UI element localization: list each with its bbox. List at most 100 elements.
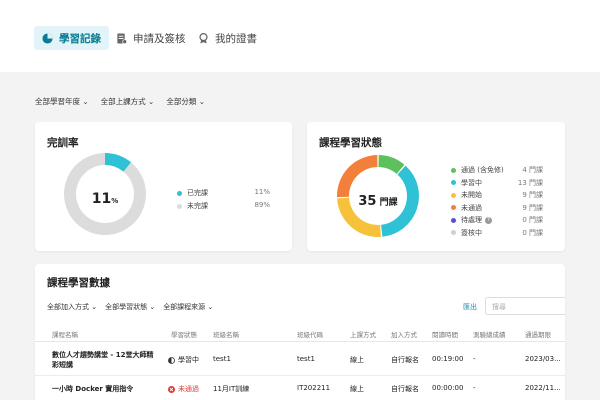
card-title: 課程學習狀態: [319, 137, 382, 149]
legend-value: 9 門課: [522, 191, 543, 199]
status-center-value: 35 門課: [336, 190, 420, 209]
deadline: 2022/11...: [525, 384, 561, 392]
legend-item: 簽核中: [451, 228, 482, 238]
search-placeholder: 搜尋: [492, 303, 506, 311]
table-row[interactable]: 一小時 Docker 實用指令 未通過 11月IT訓練 IT202211 線上 …: [35, 376, 565, 400]
tab-label: 學習記錄: [59, 32, 101, 45]
export-link[interactable]: 匯出: [463, 302, 477, 312]
legend-value: 0 門課: [522, 216, 543, 224]
legend-value: 4 門課: [522, 166, 543, 174]
read-time: 00:19:00: [432, 355, 464, 363]
table-header: 課程名稱 學習狀態 班級名稱 班級代碼 上課方式 加入方式 閱讀時間 測驗總成績…: [35, 322, 565, 342]
col-deadline[interactable]: 通過期限: [525, 329, 551, 339]
status-cell: 未通過: [168, 384, 199, 394]
tab-certificates[interactable]: 我的證書: [190, 26, 265, 50]
legend-dot: [451, 230, 456, 235]
legend-item: 待處理?: [451, 215, 492, 225]
center-unit: %: [111, 197, 119, 205]
award-icon: [199, 32, 208, 44]
top-tab-bar: 學習記錄 申請及簽核 我的證書: [0, 0, 600, 72]
legend-item: 未開始: [451, 190, 482, 200]
class-code: test1: [297, 355, 315, 363]
legend-label: 簽核中: [461, 228, 482, 237]
legend-label: 未完課: [187, 202, 208, 210]
tab-learning-records[interactable]: 學習記錄: [34, 26, 109, 50]
course-data-card: 課程學習數據 全部加入方式 ⌄ 全部學習狀態 ⌄ 全部課程來源 ⌄ 匯出 搜尋 …: [35, 264, 565, 400]
filter-learning-year[interactable]: 全部學習年度 ⌄: [35, 96, 89, 107]
status-label: 未通過: [178, 385, 199, 393]
legend-dot: [177, 190, 182, 196]
course-name[interactable]: 一小時 Docker 實用指令: [52, 384, 133, 394]
card-title: 課程學習數據: [47, 277, 110, 289]
legend-label: 未開始: [461, 191, 482, 199]
test-score: -: [473, 355, 476, 363]
col-course-name[interactable]: 課程名稱: [52, 329, 78, 339]
center-number: 11: [91, 191, 112, 207]
course-status-card: 課程學習狀態 35 門課 通過 (含免修) 4 門課學習中 13 門課未開始 9 門課…: [307, 122, 565, 251]
class-name: 11月IT訓練: [213, 385, 250, 393]
donut-slice-passed[interactable]: [378, 155, 405, 174]
legend-dot: [451, 217, 456, 223]
legend-value: 11%: [254, 188, 270, 196]
filter-join-method[interactable]: 全部加入方式 ⌄: [47, 302, 97, 312]
half-circle-icon: [168, 356, 175, 364]
class-code: IT202211: [297, 384, 331, 392]
pie-chart-icon: [42, 32, 53, 44]
legend-item: 未通過: [451, 203, 482, 213]
legend-dot: [451, 167, 456, 173]
legend-value: 9 門課: [522, 203, 543, 212]
legend-label: 未通過: [461, 203, 482, 212]
read-time: 00:00:00: [432, 384, 464, 392]
legend-label: 待處理: [461, 216, 482, 224]
filter-course-source[interactable]: 全部課程來源 ⌄: [163, 302, 213, 312]
join-method: 自行報名: [391, 356, 419, 364]
legend-value: 0 門課: [522, 228, 543, 237]
col-mode[interactable]: 上課方式: [350, 329, 376, 339]
col-join[interactable]: 加入方式: [391, 329, 417, 339]
legend-label: 學習中: [461, 178, 482, 187]
legend-dot: [451, 205, 456, 210]
tab-applications[interactable]: 申請及簽核: [108, 26, 194, 50]
legend-item: 已完課: [177, 188, 208, 198]
table-row[interactable]: 數位人才趨勢講堂 - 12堂大師精彩短講 學習中 test1 test1 線上 …: [35, 343, 565, 376]
status-cell: 學習中: [168, 355, 199, 365]
filter-class-mode[interactable]: 全部上課方式 ⌄: [101, 96, 155, 107]
legend-value: 13 門課: [517, 178, 543, 187]
legend-dot: [451, 192, 456, 198]
filter-learning-status[interactable]: 全部學習狀態 ⌄: [105, 302, 155, 312]
document-icon: [117, 32, 127, 44]
legend-dot: [451, 180, 456, 185]
completion-rate-card: 完訓率 11% 已完課 11% 未完課 89%: [35, 122, 292, 251]
status-label: 學習中: [178, 356, 199, 364]
course-name[interactable]: 數位人才趨勢講堂 - 12堂大師精彩短講: [52, 350, 158, 370]
test-score: -: [473, 384, 476, 392]
class-name: test1: [213, 355, 231, 363]
global-filters: 全部學習年度 ⌄ 全部上課方式 ⌄ 全部分類 ⌄: [35, 96, 205, 107]
col-class-code[interactable]: 班級代碼: [297, 329, 323, 339]
card-title: 完訓率: [47, 137, 79, 149]
completion-center-value: 11%: [63, 188, 147, 207]
col-read-time[interactable]: 閱讀時間: [432, 329, 458, 339]
filter-category[interactable]: 全部分類 ⌄: [166, 96, 205, 107]
legend-item: 未完課: [177, 201, 208, 211]
col-class-name[interactable]: 班級名稱: [213, 329, 239, 339]
tab-label: 申請及簽核: [133, 32, 186, 45]
col-status[interactable]: 學習狀態: [171, 329, 197, 339]
x-circle-icon: [168, 385, 175, 393]
legend-item: 學習中: [451, 178, 482, 188]
join-method: 自行報名: [391, 385, 419, 393]
legend-item: 通過 (含免修): [451, 165, 504, 175]
center-number: 35: [358, 194, 377, 209]
class-mode: 線上: [350, 356, 364, 364]
tab-label: 我的證書: [215, 32, 257, 45]
table-filters: 全部加入方式 ⌄ 全部學習狀態 ⌄ 全部課程來源 ⌄: [47, 302, 213, 312]
help-icon[interactable]: ?: [485, 216, 492, 224]
legend-label: 已完課: [187, 189, 208, 197]
deadline: 2023/03...: [525, 355, 561, 363]
search-input[interactable]: 搜尋: [485, 297, 565, 315]
class-mode: 線上: [350, 385, 364, 393]
legend-label: 通過 (含免修): [461, 166, 504, 174]
center-unit: 門課: [379, 198, 398, 208]
legend-value: 89%: [254, 201, 270, 209]
col-score[interactable]: 測驗總成績: [473, 329, 506, 339]
